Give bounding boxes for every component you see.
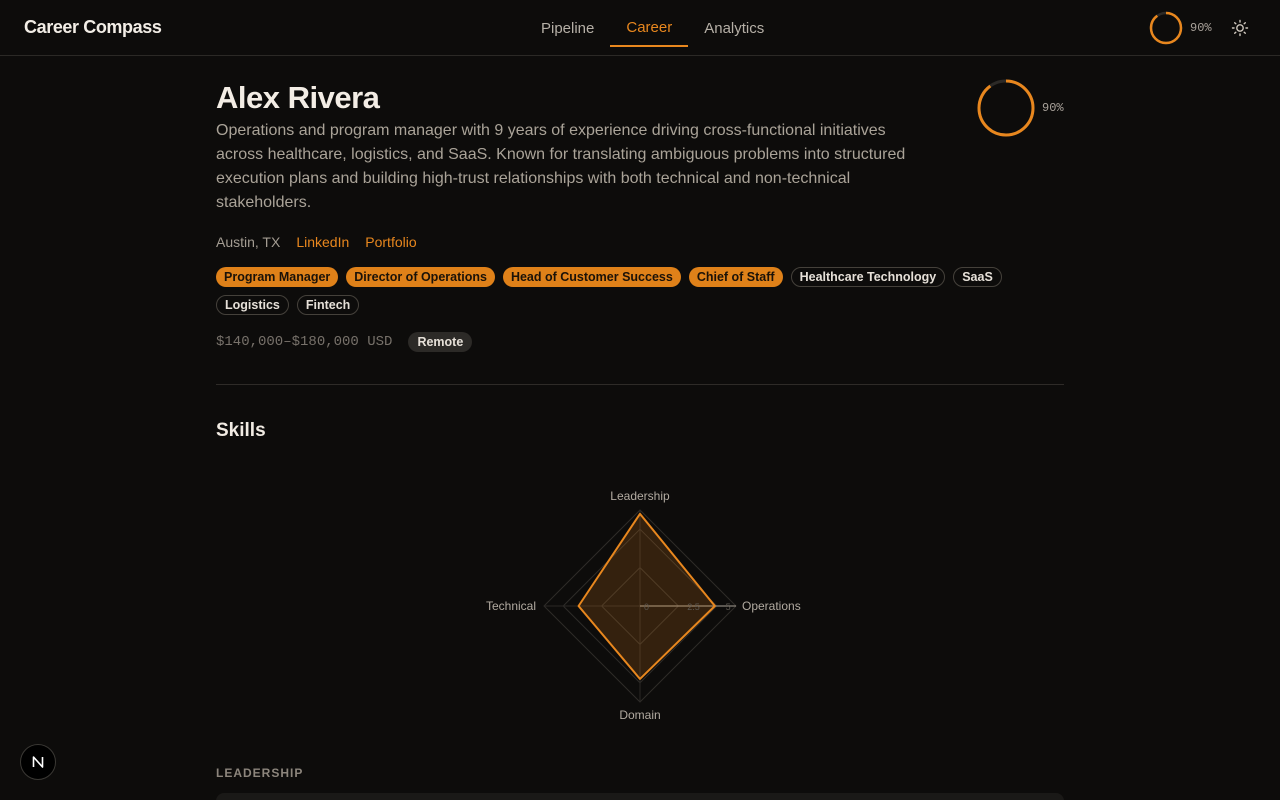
- leadership-section-label: LEADERSHIP: [216, 766, 304, 780]
- profile-completeness-indicator: 90%: [1148, 10, 1212, 46]
- radar-data-shape: [577, 512, 716, 680]
- radar-tick-label: 0: [644, 602, 649, 612]
- profile-meta: Austin, TX LinkedIn Portfolio: [216, 234, 433, 250]
- tab-analytics[interactable]: Analytics: [688, 0, 780, 47]
- skills-heading: Skills: [216, 420, 266, 441]
- radar-tick-label: 2.5: [687, 602, 700, 612]
- nextjs-dev-badge[interactable]: [20, 744, 56, 780]
- top-bar: Career Compass Pipeline Career Analytics…: [0, 0, 1280, 56]
- industry-tag: SaaS: [953, 267, 1002, 287]
- radar-axis-label-domain: Domain: [619, 708, 660, 722]
- profile-name: Alex Rivera: [216, 80, 380, 115]
- role-tag: Director of Operations: [346, 267, 495, 287]
- score-ring: [977, 79, 1035, 137]
- salary-range: $140,000–$180,000 USD: [216, 334, 393, 350]
- tab-career[interactable]: Career: [610, 0, 689, 47]
- sun-icon: [1231, 19, 1249, 37]
- role-tag: Chief of Staff: [688, 267, 783, 287]
- app-title[interactable]: Career Compass: [24, 17, 162, 38]
- tab-pipeline[interactable]: Pipeline: [525, 0, 610, 47]
- radar-tick-label: 5: [726, 602, 731, 612]
- radar-axis-label-leadership: Leadership: [610, 489, 670, 503]
- role-tag: Head of Customer Success: [502, 267, 681, 287]
- radar-axis-label-operations: Operations: [742, 599, 801, 613]
- skills-radar-chart: 0 2.5 5 Leadership Operations Domain Technica…: [486, 489, 801, 722]
- profile-tags: Program Manager Director of Operations H…: [216, 267, 1064, 315]
- score-percent: 90%: [1042, 101, 1064, 115]
- n-logo-icon: [32, 756, 44, 768]
- linkedin-link[interactable]: LinkedIn: [296, 234, 349, 250]
- compensation: $140,000–$180,000 USD Remote: [216, 332, 473, 352]
- main-nav: Pipeline Career Analytics: [525, 0, 780, 56]
- leadership-section-card: [216, 793, 1064, 800]
- industry-tag: Fintech: [296, 295, 360, 315]
- role-tag: Program Manager: [216, 267, 339, 287]
- profile-score: 90%: [976, 78, 1064, 138]
- theme-toggle-button[interactable]: [1230, 18, 1250, 38]
- completeness-percent: 90%: [1190, 21, 1212, 35]
- industry-tag: Healthcare Technology: [790, 267, 946, 287]
- radar-axis-label-technical: Technical: [486, 599, 536, 613]
- profile-bio: Operations and program manager with 9 ye…: [216, 122, 906, 211]
- section-divider: [216, 384, 1064, 385]
- location: Austin, TX: [216, 234, 281, 250]
- work-mode-badge: Remote: [408, 332, 473, 352]
- portfolio-link[interactable]: Portfolio: [365, 234, 416, 250]
- industry-tag: Logistics: [216, 295, 289, 315]
- completeness-ring: [1149, 11, 1183, 45]
